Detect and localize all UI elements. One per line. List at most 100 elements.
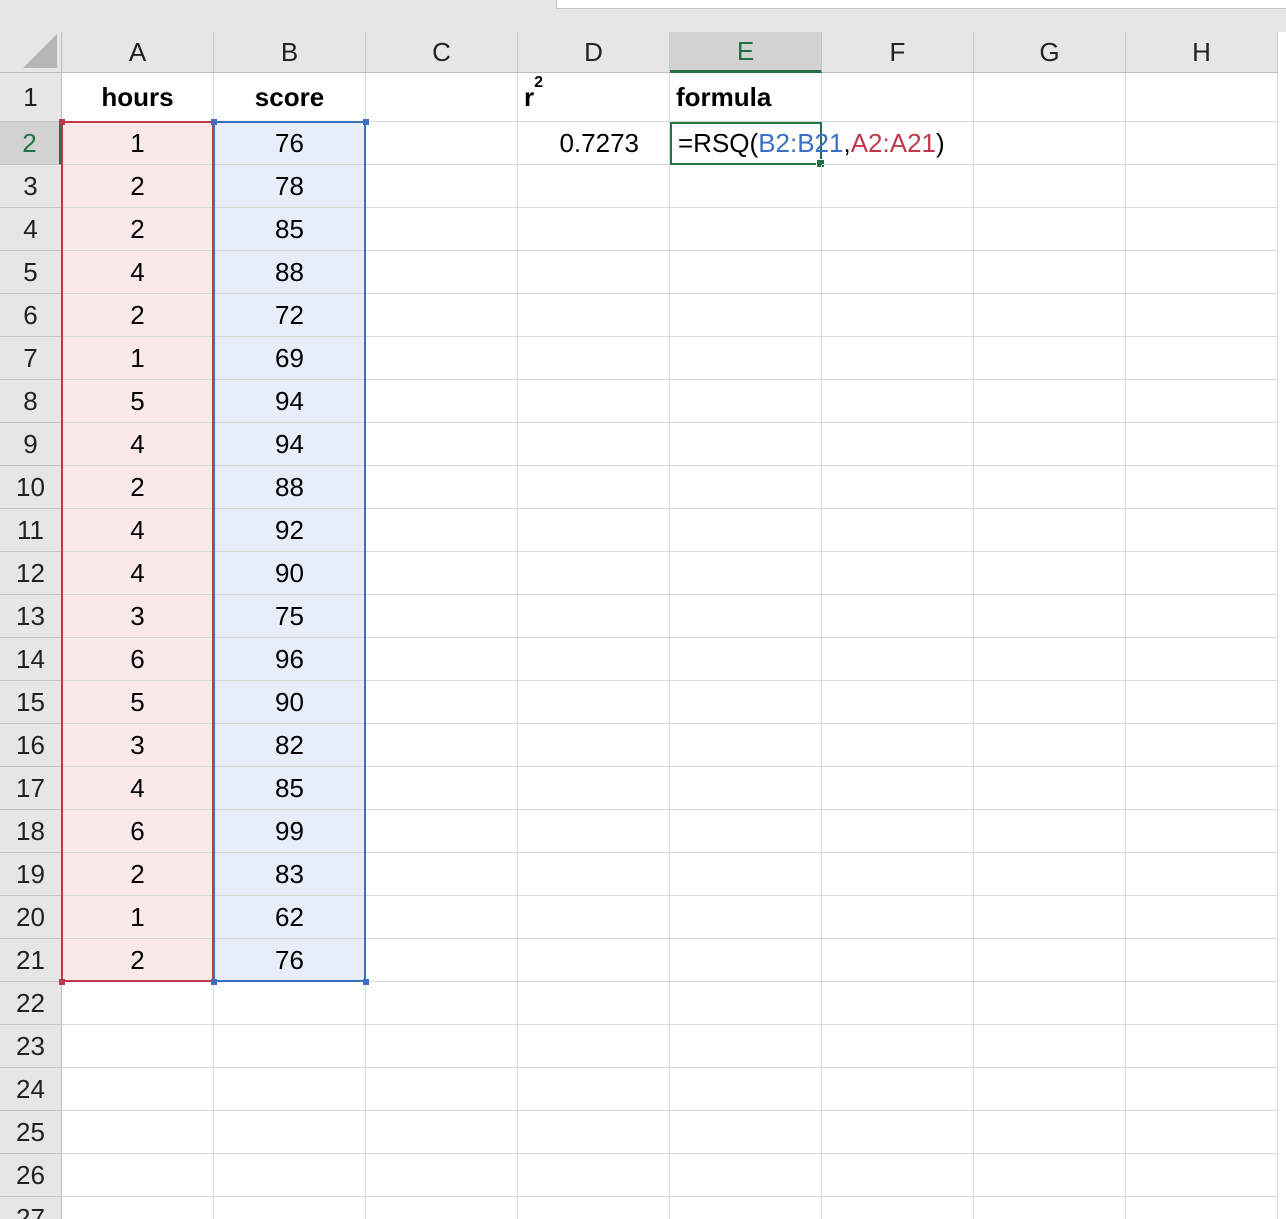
cell-g17[interactable] <box>974 767 1126 810</box>
cell-c18[interactable] <box>366 810 518 853</box>
cell-d16[interactable] <box>518 724 670 767</box>
cell-g12[interactable] <box>974 552 1126 595</box>
cell-d7[interactable] <box>518 337 670 380</box>
cell-d3[interactable] <box>518 165 670 208</box>
cell-d4[interactable] <box>518 208 670 251</box>
cell-g11[interactable] <box>974 509 1126 552</box>
cell-f14[interactable] <box>822 638 974 681</box>
cell-h16[interactable] <box>1126 724 1278 767</box>
row-header-16[interactable]: 16 <box>0 724 62 767</box>
cell-f5[interactable] <box>822 251 974 294</box>
cell-f2[interactable] <box>822 122 974 165</box>
cell-f4[interactable] <box>822 208 974 251</box>
cell-a11[interactable]: 4 <box>62 509 214 552</box>
cell-a23[interactable] <box>62 1025 214 1068</box>
cell-b20[interactable]: 62 <box>214 896 366 939</box>
cell-g2[interactable] <box>974 122 1126 165</box>
cell-f15[interactable] <box>822 681 974 724</box>
cell-g6[interactable] <box>974 294 1126 337</box>
cell-a13[interactable]: 3 <box>62 595 214 638</box>
cell-h15[interactable] <box>1126 681 1278 724</box>
cell-c21[interactable] <box>366 939 518 982</box>
cell-f26[interactable] <box>822 1154 974 1197</box>
cell-d18[interactable] <box>518 810 670 853</box>
cell-f18[interactable] <box>822 810 974 853</box>
cell-e8[interactable] <box>670 380 822 423</box>
cell-c4[interactable] <box>366 208 518 251</box>
row-header-5[interactable]: 5 <box>0 251 62 294</box>
cell-c16[interactable] <box>366 724 518 767</box>
cell-e7[interactable] <box>670 337 822 380</box>
cell-e15[interactable] <box>670 681 822 724</box>
cell-c17[interactable] <box>366 767 518 810</box>
cell-c2[interactable] <box>366 122 518 165</box>
cell-b25[interactable] <box>214 1111 366 1154</box>
cell-h2[interactable] <box>1126 122 1278 165</box>
cell-b27[interactable] <box>214 1197 366 1219</box>
hours-range-highlight-handle-2[interactable] <box>59 979 65 985</box>
cell-f13[interactable] <box>822 595 974 638</box>
row-header-26[interactable]: 26 <box>0 1154 62 1197</box>
row-header-7[interactable]: 7 <box>0 337 62 380</box>
cell-f19[interactable] <box>822 853 974 896</box>
cell-e27[interactable] <box>670 1197 822 1219</box>
cell-b16[interactable]: 82 <box>214 724 366 767</box>
cell-e20[interactable] <box>670 896 822 939</box>
cell-d1[interactable]: r2 <box>518 73 670 122</box>
cell-a25[interactable] <box>62 1111 214 1154</box>
cell-g27[interactable] <box>974 1197 1126 1219</box>
cell-h19[interactable] <box>1126 853 1278 896</box>
cell-d6[interactable] <box>518 294 670 337</box>
cell-e18[interactable] <box>670 810 822 853</box>
cell-a4[interactable]: 2 <box>62 208 214 251</box>
cell-a24[interactable] <box>62 1068 214 1111</box>
cell-g19[interactable] <box>974 853 1126 896</box>
column-header-a[interactable]: A <box>62 32 214 73</box>
cell-c8[interactable] <box>366 380 518 423</box>
cell-g20[interactable] <box>974 896 1126 939</box>
row-header-9[interactable]: 9 <box>0 423 62 466</box>
cell-f8[interactable] <box>822 380 974 423</box>
cell-f21[interactable] <box>822 939 974 982</box>
cell-c26[interactable] <box>366 1154 518 1197</box>
row-header-22[interactable]: 22 <box>0 982 62 1025</box>
cell-g9[interactable] <box>974 423 1126 466</box>
cell-h24[interactable] <box>1126 1068 1278 1111</box>
cell-a27[interactable] <box>62 1197 214 1219</box>
cell-f12[interactable] <box>822 552 974 595</box>
cell-f23[interactable] <box>822 1025 974 1068</box>
cell-h25[interactable] <box>1126 1111 1278 1154</box>
select-all-corner[interactable] <box>0 32 62 73</box>
cell-e10[interactable] <box>670 466 822 509</box>
cell-c25[interactable] <box>366 1111 518 1154</box>
cell-g3[interactable] <box>974 165 1126 208</box>
row-header-4[interactable]: 4 <box>0 208 62 251</box>
row-header-14[interactable]: 14 <box>0 638 62 681</box>
cell-h7[interactable] <box>1126 337 1278 380</box>
row-header-18[interactable]: 18 <box>0 810 62 853</box>
cell-g5[interactable] <box>974 251 1126 294</box>
cell-c27[interactable] <box>366 1197 518 1219</box>
cell-g13[interactable] <box>974 595 1126 638</box>
row-header-20[interactable]: 20 <box>0 896 62 939</box>
cell-a20[interactable]: 1 <box>62 896 214 939</box>
row-header-11[interactable]: 11 <box>0 509 62 552</box>
cell-e17[interactable] <box>670 767 822 810</box>
cell-f6[interactable] <box>822 294 974 337</box>
row-header-2[interactable]: 2 <box>0 122 62 165</box>
cell-a6[interactable]: 2 <box>62 294 214 337</box>
cell-g23[interactable] <box>974 1025 1126 1068</box>
cell-d11[interactable] <box>518 509 670 552</box>
cell-d19[interactable] <box>518 853 670 896</box>
cell-e13[interactable] <box>670 595 822 638</box>
cell-d2[interactable]: 0.7273 <box>518 122 670 165</box>
cell-b12[interactable]: 90 <box>214 552 366 595</box>
score-range-highlight-handle-0[interactable] <box>211 119 217 125</box>
cell-f27[interactable] <box>822 1197 974 1219</box>
cell-b8[interactable]: 94 <box>214 380 366 423</box>
cell-e24[interactable] <box>670 1068 822 1111</box>
cell-h14[interactable] <box>1126 638 1278 681</box>
cell-b18[interactable]: 99 <box>214 810 366 853</box>
cell-b22[interactable] <box>214 982 366 1025</box>
cell-h13[interactable] <box>1126 595 1278 638</box>
